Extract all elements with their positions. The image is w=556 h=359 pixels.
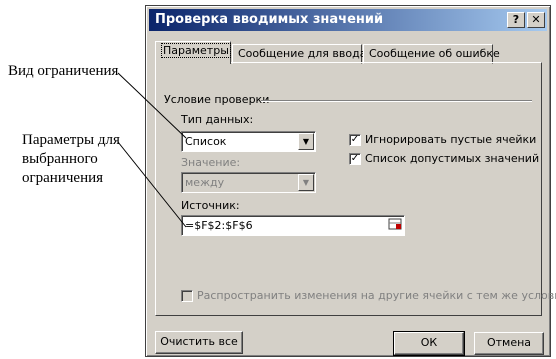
callout-leader-lines [117,72,187,228]
leader-line-source [117,141,187,228]
tab-settings-label: Параметры [161,43,231,58]
tab-settings[interactable]: Параметры [155,41,231,64]
leader-line-allow [117,72,187,139]
